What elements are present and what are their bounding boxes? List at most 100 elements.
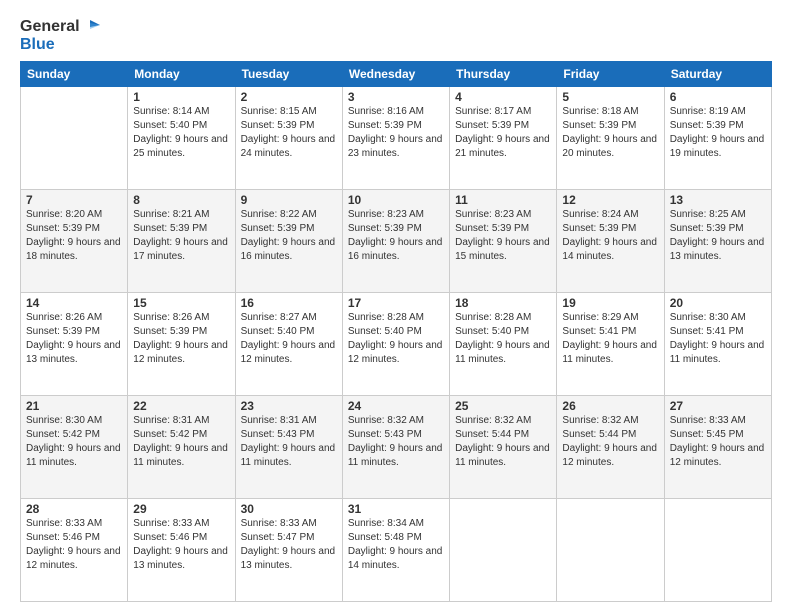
day-info: Sunrise: 8:22 AMSunset: 5:39 PMDaylight:… [241,208,337,264]
day-number: 18 [455,296,551,310]
day-info: Sunrise: 8:25 AMSunset: 5:39 PMDaylight:… [670,208,766,264]
day-info: Sunrise: 8:28 AMSunset: 5:40 PMDaylight:… [348,311,444,367]
calendar-table: SundayMondayTuesdayWednesdayThursdayFrid… [20,61,772,602]
day-info: Sunrise: 8:30 AMSunset: 5:41 PMDaylight:… [670,311,766,367]
calendar-cell: 6 Sunrise: 8:19 AMSunset: 5:39 PMDayligh… [664,87,771,190]
day-number: 10 [348,193,444,207]
day-info: Sunrise: 8:32 AMSunset: 5:43 PMDaylight:… [348,414,444,470]
calendar-cell: 24 Sunrise: 8:32 AMSunset: 5:43 PMDaylig… [342,396,449,499]
day-info: Sunrise: 8:26 AMSunset: 5:39 PMDaylight:… [26,311,122,367]
day-number: 31 [348,502,444,516]
day-number: 8 [133,193,229,207]
week-row-3: 14 Sunrise: 8:26 AMSunset: 5:39 PMDaylig… [21,293,772,396]
calendar-cell: 25 Sunrise: 8:32 AMSunset: 5:44 PMDaylig… [450,396,557,499]
day-number: 30 [241,502,337,516]
logo-bird-icon [82,20,100,34]
calendar-cell: 18 Sunrise: 8:28 AMSunset: 5:40 PMDaylig… [450,293,557,396]
calendar-cell: 22 Sunrise: 8:31 AMSunset: 5:42 PMDaylig… [128,396,235,499]
calendar-cell: 13 Sunrise: 8:25 AMSunset: 5:39 PMDaylig… [664,190,771,293]
day-number: 13 [670,193,766,207]
calendar-cell [450,499,557,602]
day-number: 16 [241,296,337,310]
week-row-2: 7 Sunrise: 8:20 AMSunset: 5:39 PMDayligh… [21,190,772,293]
day-info: Sunrise: 8:26 AMSunset: 5:39 PMDaylight:… [133,311,229,367]
calendar-cell: 16 Sunrise: 8:27 AMSunset: 5:40 PMDaylig… [235,293,342,396]
day-number: 4 [455,90,551,104]
calendar-cell: 11 Sunrise: 8:23 AMSunset: 5:39 PMDaylig… [450,190,557,293]
day-info: Sunrise: 8:33 AMSunset: 5:47 PMDaylight:… [241,517,337,573]
col-header-friday: Friday [557,62,664,87]
day-number: 25 [455,399,551,413]
day-info: Sunrise: 8:24 AMSunset: 5:39 PMDaylight:… [562,208,658,264]
calendar-cell: 9 Sunrise: 8:22 AMSunset: 5:39 PMDayligh… [235,190,342,293]
calendar-cell [557,499,664,602]
calendar-cell: 1 Sunrise: 8:14 AMSunset: 5:40 PMDayligh… [128,87,235,190]
day-number: 7 [26,193,122,207]
logo-blue: Blue [20,36,55,54]
day-number: 26 [562,399,658,413]
calendar-cell: 20 Sunrise: 8:30 AMSunset: 5:41 PMDaylig… [664,293,771,396]
day-number: 21 [26,399,122,413]
day-info: Sunrise: 8:31 AMSunset: 5:42 PMDaylight:… [133,414,229,470]
day-number: 9 [241,193,337,207]
day-number: 11 [455,193,551,207]
calendar-cell: 2 Sunrise: 8:15 AMSunset: 5:39 PMDayligh… [235,87,342,190]
day-number: 22 [133,399,229,413]
calendar-cell: 30 Sunrise: 8:33 AMSunset: 5:47 PMDaylig… [235,499,342,602]
day-info: Sunrise: 8:15 AMSunset: 5:39 PMDaylight:… [241,105,337,161]
day-info: Sunrise: 8:33 AMSunset: 5:46 PMDaylight:… [133,517,229,573]
calendar-header-row: SundayMondayTuesdayWednesdayThursdayFrid… [21,62,772,87]
day-number: 6 [670,90,766,104]
calendar-cell: 8 Sunrise: 8:21 AMSunset: 5:39 PMDayligh… [128,190,235,293]
day-number: 29 [133,502,229,516]
day-info: Sunrise: 8:18 AMSunset: 5:39 PMDaylight:… [562,105,658,161]
day-info: Sunrise: 8:20 AMSunset: 5:39 PMDaylight:… [26,208,122,264]
col-header-sunday: Sunday [21,62,128,87]
day-number: 5 [562,90,658,104]
calendar-cell: 29 Sunrise: 8:33 AMSunset: 5:46 PMDaylig… [128,499,235,602]
calendar-cell: 7 Sunrise: 8:20 AMSunset: 5:39 PMDayligh… [21,190,128,293]
week-row-4: 21 Sunrise: 8:30 AMSunset: 5:42 PMDaylig… [21,396,772,499]
day-info: Sunrise: 8:33 AMSunset: 5:46 PMDaylight:… [26,517,122,573]
day-info: Sunrise: 8:23 AMSunset: 5:39 PMDaylight:… [348,208,444,264]
day-info: Sunrise: 8:21 AMSunset: 5:39 PMDaylight:… [133,208,229,264]
day-number: 14 [26,296,122,310]
day-info: Sunrise: 8:30 AMSunset: 5:42 PMDaylight:… [26,414,122,470]
day-number: 23 [241,399,337,413]
day-info: Sunrise: 8:19 AMSunset: 5:39 PMDaylight:… [670,105,766,161]
calendar-cell [21,87,128,190]
day-number: 20 [670,296,766,310]
week-row-1: 1 Sunrise: 8:14 AMSunset: 5:40 PMDayligh… [21,87,772,190]
day-number: 3 [348,90,444,104]
calendar-cell: 23 Sunrise: 8:31 AMSunset: 5:43 PMDaylig… [235,396,342,499]
day-number: 28 [26,502,122,516]
header: General Blue [20,18,772,53]
day-info: Sunrise: 8:32 AMSunset: 5:44 PMDaylight:… [562,414,658,470]
day-info: Sunrise: 8:28 AMSunset: 5:40 PMDaylight:… [455,311,551,367]
day-info: Sunrise: 8:14 AMSunset: 5:40 PMDaylight:… [133,105,229,161]
week-row-5: 28 Sunrise: 8:33 AMSunset: 5:46 PMDaylig… [21,499,772,602]
calendar-cell: 5 Sunrise: 8:18 AMSunset: 5:39 PMDayligh… [557,87,664,190]
day-info: Sunrise: 8:27 AMSunset: 5:40 PMDaylight:… [241,311,337,367]
calendar-cell: 10 Sunrise: 8:23 AMSunset: 5:39 PMDaylig… [342,190,449,293]
day-info: Sunrise: 8:32 AMSunset: 5:44 PMDaylight:… [455,414,551,470]
day-number: 12 [562,193,658,207]
calendar-cell: 27 Sunrise: 8:33 AMSunset: 5:45 PMDaylig… [664,396,771,499]
logo: General Blue [20,18,100,53]
day-number: 17 [348,296,444,310]
col-header-monday: Monday [128,62,235,87]
col-header-thursday: Thursday [450,62,557,87]
calendar-cell: 12 Sunrise: 8:24 AMSunset: 5:39 PMDaylig… [557,190,664,293]
calendar-cell: 28 Sunrise: 8:33 AMSunset: 5:46 PMDaylig… [21,499,128,602]
col-header-wednesday: Wednesday [342,62,449,87]
day-number: 2 [241,90,337,104]
page: General Blue SundayMondayTuesdayWednesda… [0,0,792,612]
calendar-cell: 17 Sunrise: 8:28 AMSunset: 5:40 PMDaylig… [342,293,449,396]
calendar-cell: 26 Sunrise: 8:32 AMSunset: 5:44 PMDaylig… [557,396,664,499]
day-info: Sunrise: 8:29 AMSunset: 5:41 PMDaylight:… [562,311,658,367]
logo-text-block: General Blue [20,18,100,53]
day-number: 1 [133,90,229,104]
day-number: 15 [133,296,229,310]
calendar-cell: 14 Sunrise: 8:26 AMSunset: 5:39 PMDaylig… [21,293,128,396]
calendar-cell: 15 Sunrise: 8:26 AMSunset: 5:39 PMDaylig… [128,293,235,396]
